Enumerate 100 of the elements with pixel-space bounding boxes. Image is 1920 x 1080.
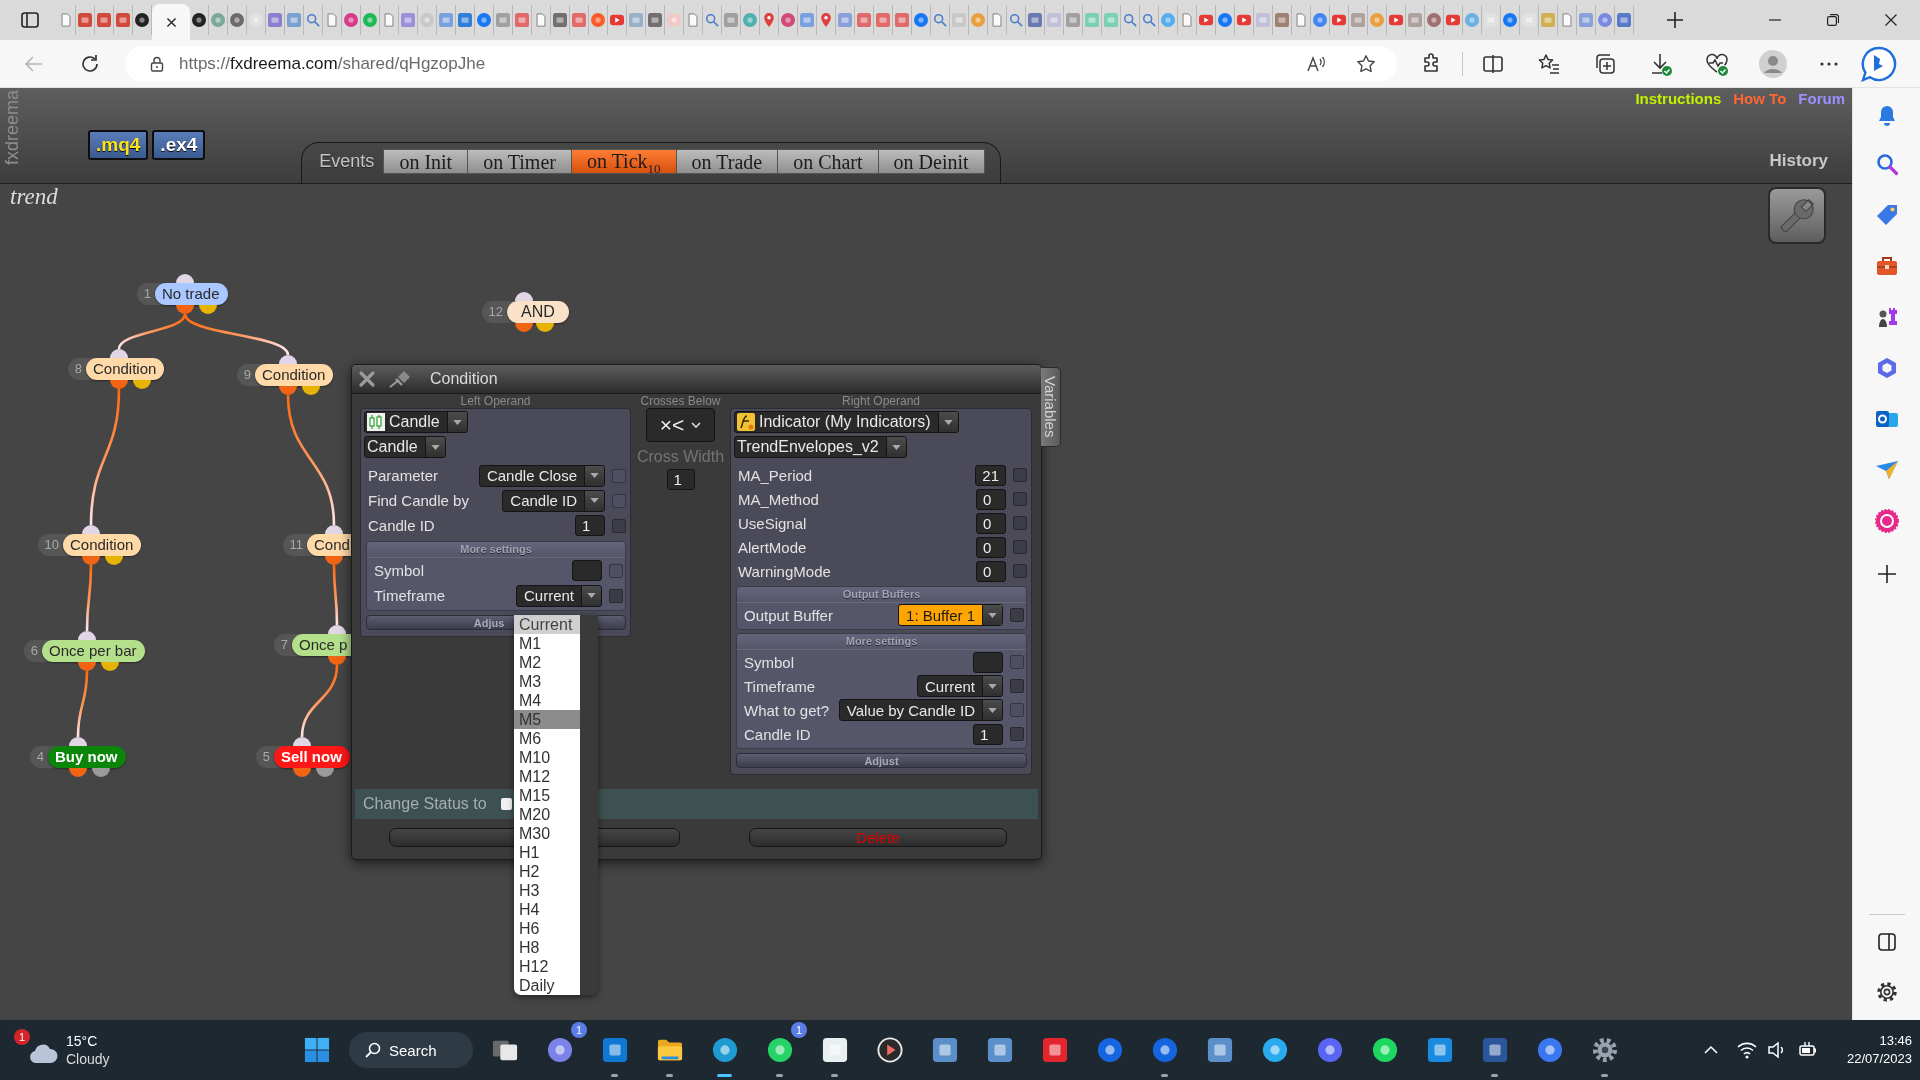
dropdown[interactable]: Candle Close (478, 464, 605, 487)
browser-tab[interactable] (190, 5, 209, 35)
condition-node[interactable]: Condition (63, 534, 142, 556)
input-field[interactable]: 0 (976, 536, 1006, 558)
output-port-icon[interactable] (325, 556, 343, 565)
restore-icon[interactable] (1827, 14, 1839, 26)
menu-option[interactable]: H4 (514, 900, 580, 919)
dropdown[interactable]: Candle ID (502, 489, 605, 512)
new-tab-icon[interactable] (1666, 11, 1684, 29)
starburst-icon[interactable] (1874, 509, 1899, 533)
menu-option[interactable]: M1 (514, 634, 580, 653)
adjust-button[interactable]: Adjust (736, 753, 1027, 768)
plus-icon[interactable] (1876, 564, 1897, 584)
checkbox[interactable] (1010, 727, 1024, 741)
output-port-icon[interactable] (92, 768, 110, 777)
input-port-icon[interactable] (328, 625, 346, 634)
input-field[interactable]: 1 (666, 469, 695, 490)
event-tab[interactable]: on Deinit (878, 149, 985, 174)
history-link[interactable]: History (1769, 151, 1828, 171)
menu-option[interactable]: M6 (514, 729, 580, 748)
operand-subtype-dropdown[interactable]: TrendEnvelopes_v2 (734, 436, 907, 458)
browser-tab[interactable] (133, 5, 152, 35)
menu-option[interactable]: H8 (514, 938, 580, 957)
input-field[interactable]: 0 (976, 512, 1006, 534)
operator-dropdown[interactable]: ×< (646, 408, 715, 442)
tools-button[interactable] (1768, 187, 1826, 244)
dropdown[interactable]: Current (515, 584, 602, 607)
input-port-icon[interactable] (82, 525, 100, 534)
input-field[interactable]: 21 (975, 464, 1006, 486)
close-icon[interactable] (1885, 14, 1897, 26)
wifi-icon[interactable] (1736, 1040, 1757, 1060)
input-port-icon[interactable] (293, 737, 311, 746)
menu-option[interactable]: H6 (514, 919, 580, 938)
output-port-icon[interactable] (78, 662, 96, 671)
event-tab[interactable]: on Tick$_{10}$ (571, 149, 677, 174)
export-button[interactable]: .mq4 (88, 130, 149, 160)
search-icon[interactable] (1874, 152, 1899, 176)
menu-option[interactable]: M15 (514, 786, 580, 805)
output-port-icon[interactable] (302, 386, 320, 395)
checkbox[interactable] (609, 588, 623, 603)
chat-bubble-icon[interactable] (1861, 45, 1897, 82)
event-tab[interactable]: on Timer (468, 149, 572, 174)
star-icon[interactable] (1356, 53, 1376, 74)
menu-option[interactable]: M3 (514, 672, 580, 691)
export-button[interactable]: .ex4 (152, 130, 206, 160)
checkbox[interactable] (1010, 679, 1024, 693)
condition-node[interactable]: Cond (307, 534, 354, 556)
menu-option[interactable]: M2 (514, 653, 580, 672)
toolbox-icon[interactable] (1874, 254, 1899, 278)
filter-node[interactable]: Once p (292, 634, 352, 656)
output-port-icon[interactable] (176, 305, 194, 314)
event-tab[interactable]: on Chart (778, 149, 879, 174)
input-port-icon[interactable] (176, 274, 194, 283)
output-port-icon[interactable] (133, 380, 151, 389)
input-field[interactable] (973, 651, 1003, 673)
input-field[interactable]: 0 (976, 488, 1006, 510)
side-panel-icon[interactable] (1876, 932, 1897, 952)
checkbox[interactable] (500, 798, 512, 810)
input-field[interactable]: 0 (976, 560, 1006, 582)
input-port-icon[interactable] (325, 525, 343, 534)
filter-node[interactable]: Once per bar (42, 640, 145, 662)
output-port-icon[interactable] (82, 556, 100, 565)
checkbox[interactable] (1013, 540, 1027, 554)
header-link[interactable]: Instructions (1635, 90, 1722, 108)
output-port-icon[interactable] (105, 556, 123, 565)
close-icon[interactable] (164, 15, 178, 29)
checkbox[interactable] (612, 518, 626, 533)
operand-type-dropdown[interactable]: Indicator (My Indicators) (734, 411, 959, 433)
output-port-icon[interactable] (69, 768, 87, 777)
input-port-icon[interactable] (78, 631, 96, 640)
checkbox[interactable] (1010, 608, 1024, 622)
output-port-icon[interactable] (101, 662, 119, 671)
scrollbar-track[interactable] (580, 615, 598, 995)
profile-avatar-icon[interactable] (1759, 49, 1787, 78)
event-tab[interactable]: on Trade (676, 149, 779, 174)
start-node[interactable]: No trade (155, 283, 228, 305)
dropdown[interactable]: 1: Buffer 1 (898, 604, 1003, 626)
menu-option[interactable]: M20 (514, 805, 580, 824)
variables-tab[interactable]: Variables (1041, 367, 1061, 447)
tab-actions-icon[interactable] (20, 10, 40, 30)
dropdown[interactable]: Current (916, 675, 1003, 697)
input-field[interactable] (572, 560, 602, 581)
condition-node[interactable]: Condition (255, 364, 334, 386)
output-port-icon[interactable] (199, 305, 217, 314)
download-icon[interactable] (1649, 51, 1673, 76)
checkbox[interactable] (1013, 516, 1027, 530)
event-tab[interactable]: on Init (383, 149, 469, 174)
output-port-icon[interactable] (110, 380, 128, 389)
output-port-icon[interactable] (293, 768, 311, 777)
output-port-icon[interactable] (279, 386, 297, 395)
menu-option[interactable]: M30 (514, 824, 580, 843)
logic-node[interactable]: AND (507, 301, 569, 323)
checkbox[interactable] (1013, 564, 1027, 578)
menu-option[interactable]: M10 (514, 748, 580, 767)
output-port-icon[interactable] (515, 323, 533, 332)
heart-pulse-icon[interactable] (1705, 51, 1729, 76)
collections-icon[interactable] (1593, 51, 1617, 76)
menu-option[interactable]: M12 (514, 767, 580, 786)
menu-option[interactable]: H1 (514, 843, 580, 862)
taskbar-button[interactable]: 1 (752, 1020, 807, 1080)
